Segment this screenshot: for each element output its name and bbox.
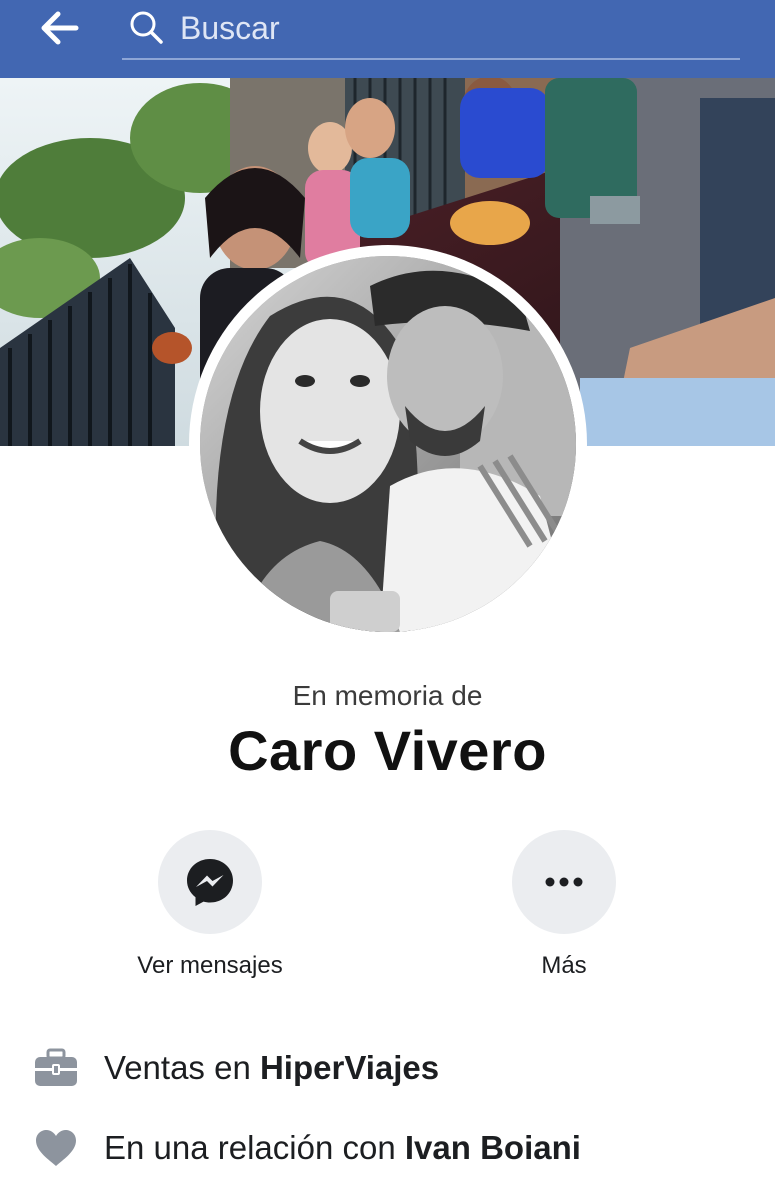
briefcase-icon	[32, 1046, 80, 1090]
profile-picture[interactable]	[200, 256, 576, 632]
search-icon	[130, 11, 163, 44]
more-dots-icon	[545, 877, 583, 887]
relationship-info-row[interactable]: En una relación con Ivan Boiani	[32, 1123, 581, 1173]
view-messages-label: Ver mensajes	[137, 952, 283, 979]
more-button[interactable]: Más	[464, 830, 664, 980]
search-bar[interactable]	[122, 0, 740, 60]
more-label: Más	[541, 952, 587, 979]
more-circle[interactable]	[512, 830, 616, 934]
heart-icon	[32, 1126, 80, 1170]
view-messages-circle[interactable]	[158, 830, 262, 934]
relationship-prefix: En una relación con	[104, 1129, 405, 1166]
work-info-row[interactable]: Ventas en HiperViajes	[32, 1043, 439, 1093]
top-bar	[0, 0, 775, 78]
memorial-label: En memoria de	[292, 680, 483, 711]
arrow-left-icon	[41, 11, 79, 45]
relationship-partner-link[interactable]: Ivan Boiani	[405, 1129, 581, 1166]
work-employer-link[interactable]: HiperViajes	[260, 1049, 439, 1086]
profile-name: Caro Vivero	[228, 719, 547, 782]
search-input[interactable]	[180, 6, 720, 50]
view-messages-button[interactable]: Ver mensajes	[110, 830, 310, 980]
work-info-text: Ventas en HiperViajes	[104, 1049, 439, 1087]
work-prefix: Ventas en	[104, 1049, 260, 1086]
relationship-info-text: En una relación con Ivan Boiani	[104, 1129, 581, 1167]
messenger-icon	[187, 859, 233, 906]
back-button[interactable]	[30, 8, 90, 48]
